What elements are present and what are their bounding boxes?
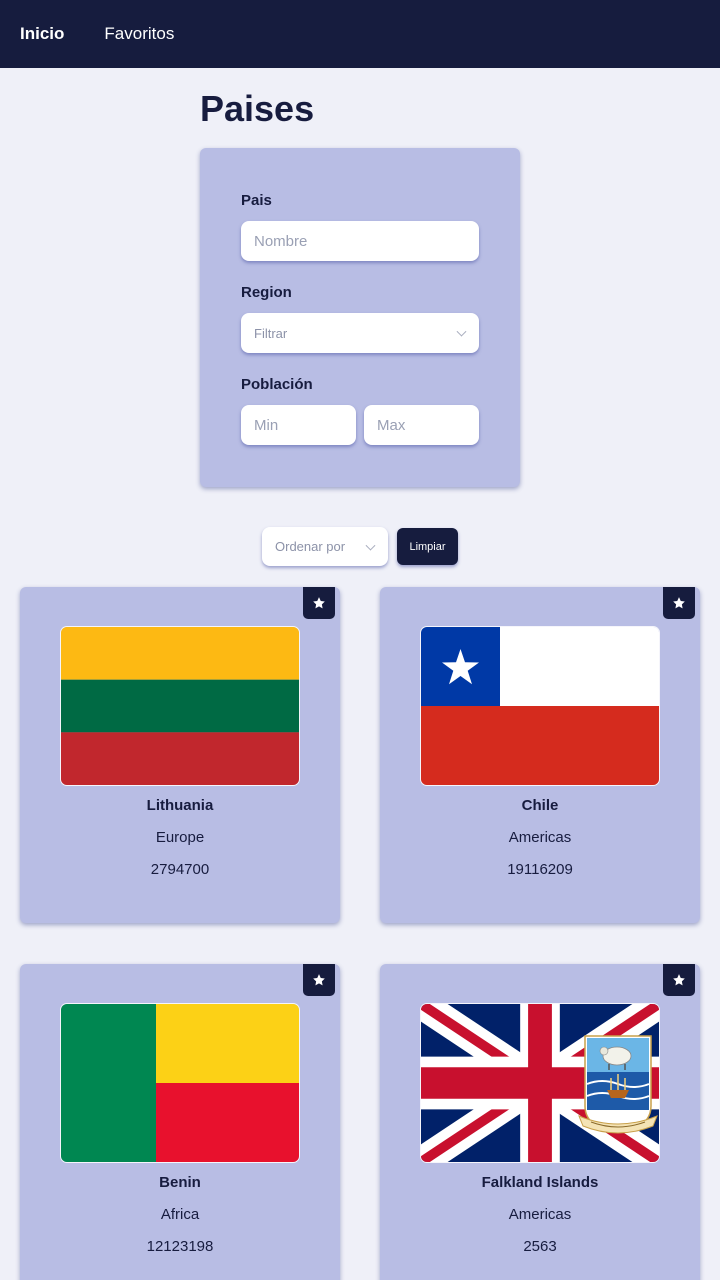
nav-home-link[interactable]: Inicio: [20, 24, 64, 44]
country-population: 2794700: [150, 861, 210, 878]
favorite-button[interactable]: [663, 964, 695, 996]
page-title: Paises: [200, 88, 315, 129]
country-label: Pais: [241, 192, 272, 209]
clear-filters-button[interactable]: Limpiar: [397, 528, 458, 565]
country-region: Africa: [160, 1206, 200, 1223]
chevron-down-icon: [456, 326, 467, 337]
star-icon: [313, 597, 325, 609]
country-card[interactable]: Falkland Islands Americas 2563: [380, 964, 700, 1280]
favorite-button[interactable]: [303, 587, 335, 619]
population-max-input[interactable]: [364, 405, 479, 445]
country-card[interactable]: Lithuania Europe 2794700: [20, 587, 340, 923]
lithuania-flag-icon: [61, 627, 299, 785]
sort-select[interactable]: Ordenar por: [262, 527, 388, 566]
country-name-input[interactable]: [241, 221, 479, 261]
chevron-down-icon: [365, 540, 376, 551]
country-region: Europe: [155, 829, 205, 846]
country-population: 19116209: [507, 861, 573, 878]
country-region: Americas: [508, 1206, 572, 1223]
favorite-button[interactable]: [663, 587, 695, 619]
nav-favorites-link[interactable]: Favoritos: [104, 24, 174, 44]
country-name: Lithuania: [146, 797, 214, 814]
region-select[interactable]: Filtrar: [241, 313, 479, 353]
chile-flag-icon: [421, 627, 659, 785]
country-name: Falkland Islands: [481, 1174, 599, 1191]
country-population: 12123198: [146, 1238, 214, 1255]
population-min-input[interactable]: [241, 405, 356, 445]
benin-flag-icon: [61, 1004, 299, 1162]
country-card[interactable]: Chile Americas 19116209: [380, 587, 700, 923]
navbar: Inicio Favoritos: [0, 0, 720, 68]
region-select-placeholder: Filtrar: [254, 325, 288, 341]
star-icon: [313, 974, 325, 986]
country-region: Americas: [508, 829, 572, 846]
sort-select-placeholder: Ordenar por: [275, 539, 346, 554]
country-name: Benin: [159, 1174, 201, 1191]
country-card[interactable]: Benin Africa 12123198: [20, 964, 340, 1280]
country-name: Chile: [521, 797, 559, 814]
country-population: 2563: [523, 1238, 557, 1255]
population-label: Población: [241, 376, 313, 393]
filter-panel: Pais Region Filtrar Población: [200, 148, 520, 487]
region-label: Region: [241, 284, 292, 301]
star-icon: [673, 597, 685, 609]
star-icon: [673, 974, 685, 986]
favorite-button[interactable]: [303, 964, 335, 996]
falkland-islands-flag-icon: [421, 1004, 659, 1162]
